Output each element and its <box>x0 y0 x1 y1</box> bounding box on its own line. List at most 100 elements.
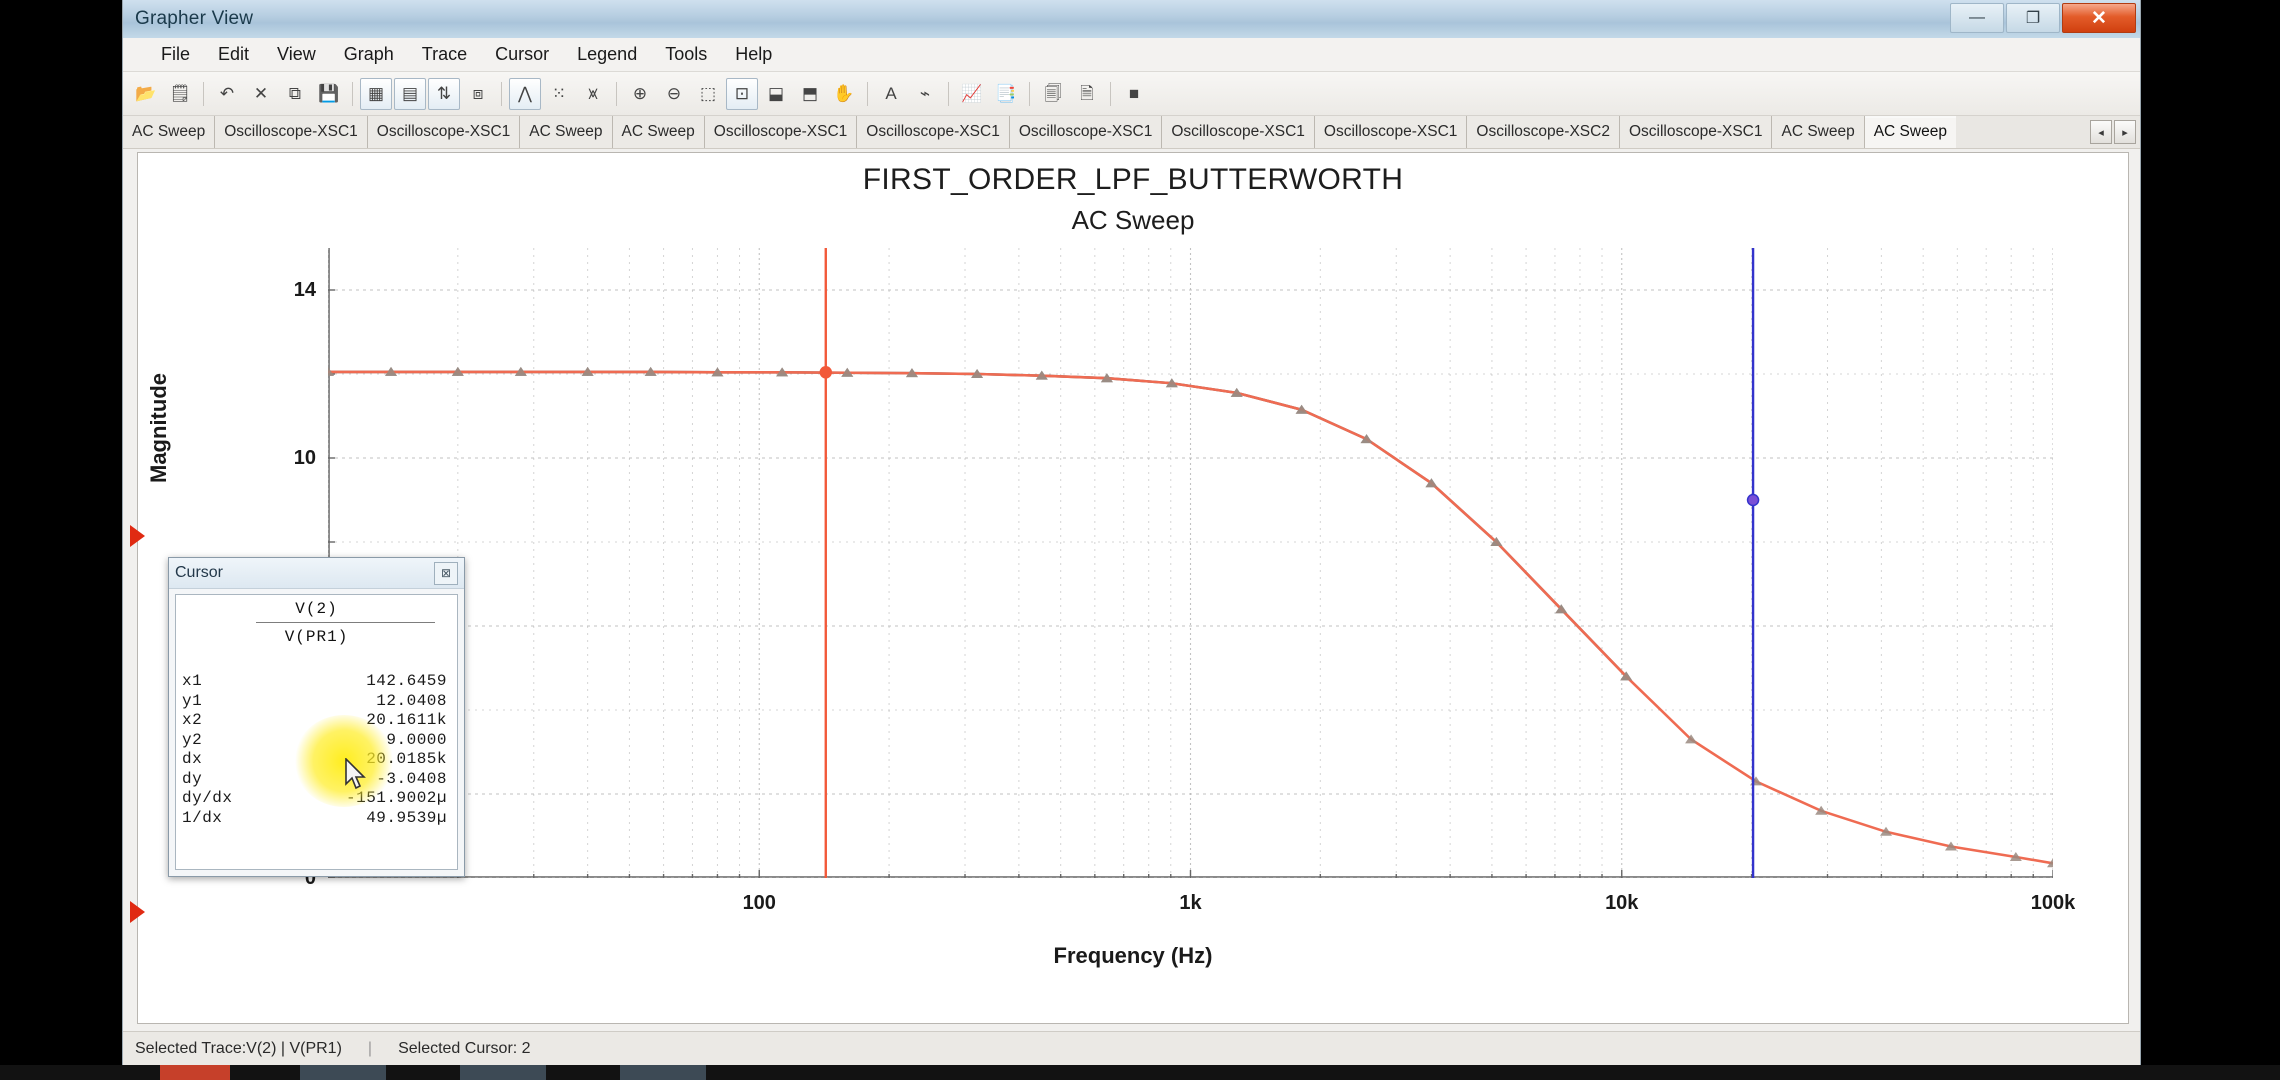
maximize-button[interactable]: ❐ <box>2006 3 2060 33</box>
toolbar-separator <box>616 82 617 106</box>
taskbar-item-1[interactable] <box>160 1065 230 1080</box>
cursor-row-key: x2 <box>182 711 254 731</box>
toolbar-separator <box>948 82 949 106</box>
connected-points-icon[interactable]: ⩙ <box>577 78 609 110</box>
copy-icon[interactable]: ⧉ <box>279 78 311 110</box>
tab-2-oscilloscope-xsc1[interactable]: Oscilloscope-XSC1 <box>368 116 521 148</box>
menu-item-help[interactable]: Help <box>721 40 786 69</box>
zoom-fit-icon[interactable]: ⬓ <box>760 78 792 110</box>
text-icon[interactable]: A <box>875 78 907 110</box>
plot-area[interactable] <box>328 248 2053 878</box>
status-separator: | <box>368 1040 372 1058</box>
close-button[interactable]: ✕ <box>2062 3 2136 33</box>
export-excel-icon[interactable]: 🗎 <box>1071 78 1103 110</box>
cursor-column-header-1: V(2) <box>176 595 457 618</box>
cursor-row: 1/dx49.9539µ <box>176 809 457 829</box>
trace-color-icon[interactable]: 📈 <box>956 78 988 110</box>
save-disk-icon[interactable]: 💾 <box>313 78 345 110</box>
tab-13-ac-sweep[interactable]: AC Sweep <box>1865 116 1956 148</box>
tab-scroll-left-icon[interactable]: ◂ <box>2090 120 2112 144</box>
y-range-marker-bottom[interactable] <box>130 901 145 923</box>
cursor-row: x220.1611k <box>176 711 457 731</box>
toolbar-separator <box>1029 82 1030 106</box>
toolbar-separator <box>867 82 868 106</box>
cursor-row-value: 49.9539µ <box>254 809 447 829</box>
cursor-point-2 <box>1748 495 1759 506</box>
menu-item-cursor[interactable]: Cursor <box>481 40 563 69</box>
legend-toggle-icon[interactable]: ▤ <box>394 78 426 110</box>
zoom-in-icon[interactable]: ⊕ <box>624 78 656 110</box>
mouse-pointer-icon <box>344 758 370 792</box>
tab-4-ac-sweep[interactable]: AC Sweep <box>613 116 705 148</box>
window-controls: — ❐ ✕ <box>1950 3 2136 33</box>
trace-edit-icon[interactable]: 📑 <box>990 78 1022 110</box>
cursor-row: dy/dx-151.9002µ <box>176 789 457 809</box>
menu-item-view[interactable]: View <box>263 40 330 69</box>
annotate-icon[interactable]: ⌁ <box>909 78 941 110</box>
cursor-toggle-icon[interactable]: ⇅ <box>428 78 460 110</box>
zoom-out-icon[interactable]: ⊖ <box>658 78 690 110</box>
menu-item-trace[interactable]: Trace <box>408 40 481 69</box>
tab-3-ac-sweep[interactable]: AC Sweep <box>520 116 612 148</box>
cursor-row-value: 12.0408 <box>254 692 447 712</box>
x-tick-label: 100 <box>714 892 804 915</box>
x-tick-label: 10k <box>1577 892 1667 915</box>
chart-subtitle: AC Sweep <box>138 205 2128 236</box>
tab-bar: AC SweepOscilloscope-XSC1Oscilloscope-XS… <box>123 116 2140 149</box>
y-range-marker-top[interactable] <box>130 525 145 547</box>
trace-v2[interactable] <box>328 372 1626 677</box>
cursor-dialog-header[interactable]: Cursor ⊠ <box>169 558 464 589</box>
grapher-window: Grapher View — ❐ ✕ FileEditViewGraphTrac… <box>123 0 2140 1065</box>
tab-8-oscilloscope-xsc1[interactable]: Oscilloscope-XSC1 <box>1162 116 1315 148</box>
grid-toggle-icon[interactable]: ▦ <box>360 78 392 110</box>
window-title: Grapher View <box>135 8 253 30</box>
save-page-icon[interactable]: 🗒 <box>164 78 196 110</box>
properties-icon[interactable]: ⧈ <box>462 78 494 110</box>
zoom-axis-icon[interactable]: ⬒ <box>794 78 826 110</box>
reverse-trace-icon[interactable]: ⋀ <box>509 78 541 110</box>
menu-item-file[interactable]: File <box>147 40 204 69</box>
cursor-dialog-close-icon[interactable]: ⊠ <box>434 562 458 585</box>
export-page-icon[interactable]: 🗐 <box>1037 78 1069 110</box>
zoom-restore-icon[interactable]: ⊡ <box>726 78 758 110</box>
tab-7-oscilloscope-xsc1[interactable]: Oscilloscope-XSC1 <box>1010 116 1163 148</box>
menu-item-edit[interactable]: Edit <box>204 40 263 69</box>
tab-12-ac-sweep[interactable]: AC Sweep <box>1772 116 1864 148</box>
status-bar: Selected Trace:V(2) | V(PR1) | Selected … <box>123 1031 2140 1065</box>
taskbar-item-2[interactable] <box>300 1065 386 1080</box>
cursor-row: dx20.0185k <box>176 750 457 770</box>
taskbar-item-4[interactable] <box>620 1065 706 1080</box>
open-icon[interactable]: 📂 <box>130 78 162 110</box>
tab-scroll-controls: ◂▸ <box>2086 116 2140 148</box>
tab-0-ac-sweep[interactable]: AC Sweep <box>123 116 215 148</box>
tab-scroll-right-icon[interactable]: ▸ <box>2114 120 2136 144</box>
zoom-region-icon[interactable]: ⬚ <box>692 78 724 110</box>
taskbar-item-3[interactable] <box>460 1065 546 1080</box>
delete-icon[interactable]: ✕ <box>245 78 277 110</box>
toolbar-separator <box>1110 82 1111 106</box>
undo-icon[interactable]: ↶ <box>211 78 243 110</box>
pan-icon[interactable]: ✋ <box>828 78 860 110</box>
tab-6-oscilloscope-xsc1[interactable]: Oscilloscope-XSC1 <box>857 116 1010 148</box>
chart-title: FIRST_ORDER_LPF_BUTTERWORTH <box>138 163 2128 197</box>
tab-11-oscilloscope-xsc1[interactable]: Oscilloscope-XSC1 <box>1620 116 1773 148</box>
tab-5-oscilloscope-xsc1[interactable]: Oscilloscope-XSC1 <box>705 116 858 148</box>
tab-10-oscilloscope-xsc2[interactable]: Oscilloscope-XSC2 <box>1467 116 1620 148</box>
cursor-row-key: x1 <box>182 672 254 692</box>
cursor-dialog-body: V(2) V(PR1) x1142.6459y112.0408x220.1611… <box>175 594 458 870</box>
menu-item-graph[interactable]: Graph <box>330 40 408 69</box>
tab-1-oscilloscope-xsc1[interactable]: Oscilloscope-XSC1 <box>215 116 368 148</box>
minimize-button[interactable]: — <box>1950 3 2004 33</box>
scatter-points-icon[interactable]: ⁙ <box>543 78 575 110</box>
cursor-row-key: dy <box>182 770 254 790</box>
tab-9-oscilloscope-xsc1[interactable]: Oscilloscope-XSC1 <box>1315 116 1468 148</box>
cursor-row-value: 142.6459 <box>254 672 447 692</box>
menu-item-legend[interactable]: Legend <box>563 40 651 69</box>
cursor-dialog[interactable]: Cursor ⊠ V(2) V(PR1) x1142.6459y112.0408… <box>168 557 465 877</box>
cursor-row-key: dy/dx <box>182 789 254 809</box>
menu-item-tools[interactable]: Tools <box>651 40 721 69</box>
title-bar: Grapher View — ❐ ✕ <box>123 0 2140 39</box>
stop-icon[interactable]: ■ <box>1118 78 1150 110</box>
desktop-taskbar-sliver <box>0 1065 2280 1080</box>
status-selected-trace: Selected Trace:V(2) | V(PR1) <box>135 1040 342 1058</box>
